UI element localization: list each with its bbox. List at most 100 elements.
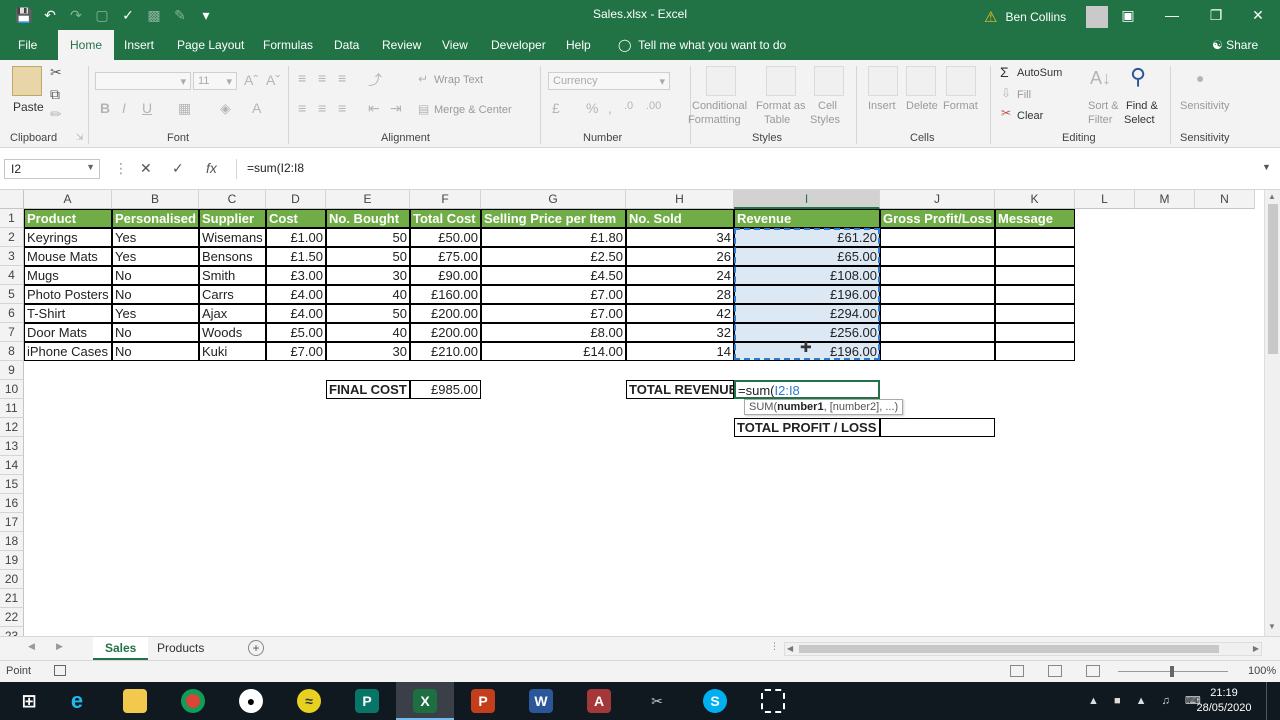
- data-cell[interactable]: [880, 323, 995, 342]
- column-header-c[interactable]: C: [199, 190, 266, 209]
- data-cell[interactable]: £50.00: [410, 228, 481, 247]
- align-right-icon[interactable]: ≡: [338, 100, 346, 116]
- scroll-down-icon[interactable]: ▼: [1268, 622, 1276, 631]
- row-header-18[interactable]: 18: [0, 532, 24, 551]
- data-cell[interactable]: Kuki: [199, 342, 266, 361]
- format-as-table-button[interactable]: Format as: [756, 100, 806, 112]
- decrease-font-icon[interactable]: Aˇ: [266, 72, 280, 88]
- row-header-3[interactable]: 3: [0, 247, 24, 266]
- data-cell[interactable]: £108.00: [734, 266, 880, 285]
- paste-button[interactable]: Paste: [13, 100, 44, 114]
- data-cell[interactable]: £196.00: [734, 285, 880, 304]
- chrome-icon[interactable]: [164, 682, 222, 720]
- find-select-button[interactable]: Find &: [1126, 100, 1158, 112]
- horizontal-scroll-thumb[interactable]: [799, 645, 1219, 653]
- row-header-13[interactable]: 13: [0, 437, 24, 456]
- increase-font-icon[interactable]: Aˆ: [244, 72, 258, 88]
- row-header-15[interactable]: 15: [0, 475, 24, 494]
- data-cell[interactable]: 42: [626, 304, 734, 323]
- tab-view[interactable]: View: [442, 38, 468, 52]
- delete-cells-button[interactable]: Delete: [906, 100, 938, 112]
- add-sheet-icon[interactable]: +: [248, 640, 264, 656]
- data-cell[interactable]: No: [112, 342, 199, 361]
- row-header-11[interactable]: 11: [0, 399, 24, 418]
- header-cell-f[interactable]: Total Cost: [410, 209, 481, 228]
- row-header-1[interactable]: 1: [0, 209, 24, 228]
- data-cell[interactable]: £4.50: [481, 266, 626, 285]
- tab-help[interactable]: Help: [566, 38, 591, 52]
- system-tray-icons[interactable]: ▲ ■ ▲ ♫ ⌨: [1088, 694, 1207, 707]
- column-header-f[interactable]: F: [410, 190, 481, 209]
- show-desktop-button[interactable]: [1266, 682, 1272, 720]
- header-cell-h[interactable]: No. Sold: [626, 209, 734, 228]
- data-cell[interactable]: £7.00: [481, 304, 626, 323]
- borders-icon[interactable]: ▦: [178, 100, 191, 117]
- data-cell[interactable]: £61.20: [734, 228, 880, 247]
- data-cell[interactable]: Mouse Mats: [24, 247, 112, 266]
- app-icon[interactable]: ≈: [280, 682, 338, 720]
- row-header-19[interactable]: 19: [0, 551, 24, 570]
- conditional-formatting-button[interactable]: Conditional: [692, 100, 747, 112]
- row-header-5[interactable]: 5: [0, 285, 24, 304]
- redo-icon[interactable]: ↷: [66, 6, 86, 24]
- insert-function-icon[interactable]: fx: [206, 160, 217, 176]
- data-cell[interactable]: Wisemans: [199, 228, 266, 247]
- maximize-icon[interactable]: ❐: [1196, 4, 1236, 26]
- data-cell[interactable]: 50: [326, 247, 410, 266]
- column-header-b[interactable]: B: [112, 190, 199, 209]
- share-button[interactable]: ☯ Share: [1212, 38, 1258, 52]
- powerpoint-icon[interactable]: P: [454, 682, 512, 720]
- data-cell[interactable]: £3.00: [266, 266, 326, 285]
- name-box[interactable]: I2 ▼: [4, 159, 100, 179]
- row-header-16[interactable]: 16: [0, 494, 24, 513]
- row-header-10[interactable]: 10: [0, 380, 24, 399]
- column-header-e[interactable]: E: [326, 190, 410, 209]
- normal-view-icon[interactable]: [1010, 665, 1024, 677]
- clipboard-launcher-icon[interactable]: ⇲: [76, 132, 84, 143]
- tab-home[interactable]: Home: [58, 30, 115, 60]
- horizontal-scrollbar[interactable]: ◀ ▶: [784, 642, 1262, 656]
- total-revenue-label[interactable]: TOTAL REVENUE: [626, 380, 734, 399]
- data-cell[interactable]: No: [112, 285, 199, 304]
- orientation-icon[interactable]: ⤴: [368, 70, 382, 90]
- row-header-4[interactable]: 4: [0, 266, 24, 285]
- data-cell[interactable]: 50: [326, 228, 410, 247]
- column-header-h[interactable]: H: [626, 190, 734, 209]
- data-cell[interactable]: 50: [326, 304, 410, 323]
- italic-icon[interactable]: I: [122, 100, 126, 116]
- data-cell[interactable]: £75.00: [410, 247, 481, 266]
- column-header-d[interactable]: D: [266, 190, 326, 209]
- total-profit-label[interactable]: TOTAL PROFIT / LOSS: [734, 418, 880, 437]
- format-as-table-icon[interactable]: [766, 66, 796, 96]
- data-cell[interactable]: [995, 323, 1075, 342]
- data-cell[interactable]: 28: [626, 285, 734, 304]
- tab-formulas[interactable]: Formulas: [263, 38, 313, 52]
- data-cell[interactable]: £4.00: [266, 304, 326, 323]
- data-cell[interactable]: No: [112, 323, 199, 342]
- vertical-scroll-thumb[interactable]: [1268, 204, 1278, 354]
- row-header-8[interactable]: 8: [0, 342, 24, 361]
- avatar[interactable]: [1086, 6, 1109, 28]
- font-size-box[interactable]: 11 ▾: [193, 72, 237, 90]
- row-header-22[interactable]: 22: [0, 608, 24, 627]
- delete-cells-icon[interactable]: [906, 66, 936, 96]
- data-cell[interactable]: [995, 266, 1075, 285]
- next-sheet-icon[interactable]: ▶: [56, 641, 63, 652]
- clock[interactable]: 21:19 28/05/2020: [1196, 686, 1252, 716]
- align-center-icon[interactable]: ≡: [318, 100, 326, 116]
- increase-indent-icon[interactable]: ⇥: [390, 100, 402, 117]
- zoom-level[interactable]: 100%: [1248, 665, 1276, 677]
- total-profit-value[interactable]: [880, 418, 995, 437]
- column-header-a[interactable]: A: [24, 190, 112, 209]
- row-header-12[interactable]: 12: [0, 418, 24, 437]
- data-cell[interactable]: [880, 304, 995, 323]
- sort-filter-icon[interactable]: A↓: [1090, 68, 1111, 89]
- decrease-indent-icon[interactable]: ⇤: [368, 100, 380, 117]
- copy-icon[interactable]: ⧉: [50, 86, 60, 103]
- select-all-corner[interactable]: [0, 190, 24, 209]
- data-cell[interactable]: [880, 285, 995, 304]
- publisher-icon[interactable]: P: [338, 682, 396, 720]
- data-cell[interactable]: 30: [326, 342, 410, 361]
- row-header-2[interactable]: 2: [0, 228, 24, 247]
- header-cell-g[interactable]: Selling Price per Item: [481, 209, 626, 228]
